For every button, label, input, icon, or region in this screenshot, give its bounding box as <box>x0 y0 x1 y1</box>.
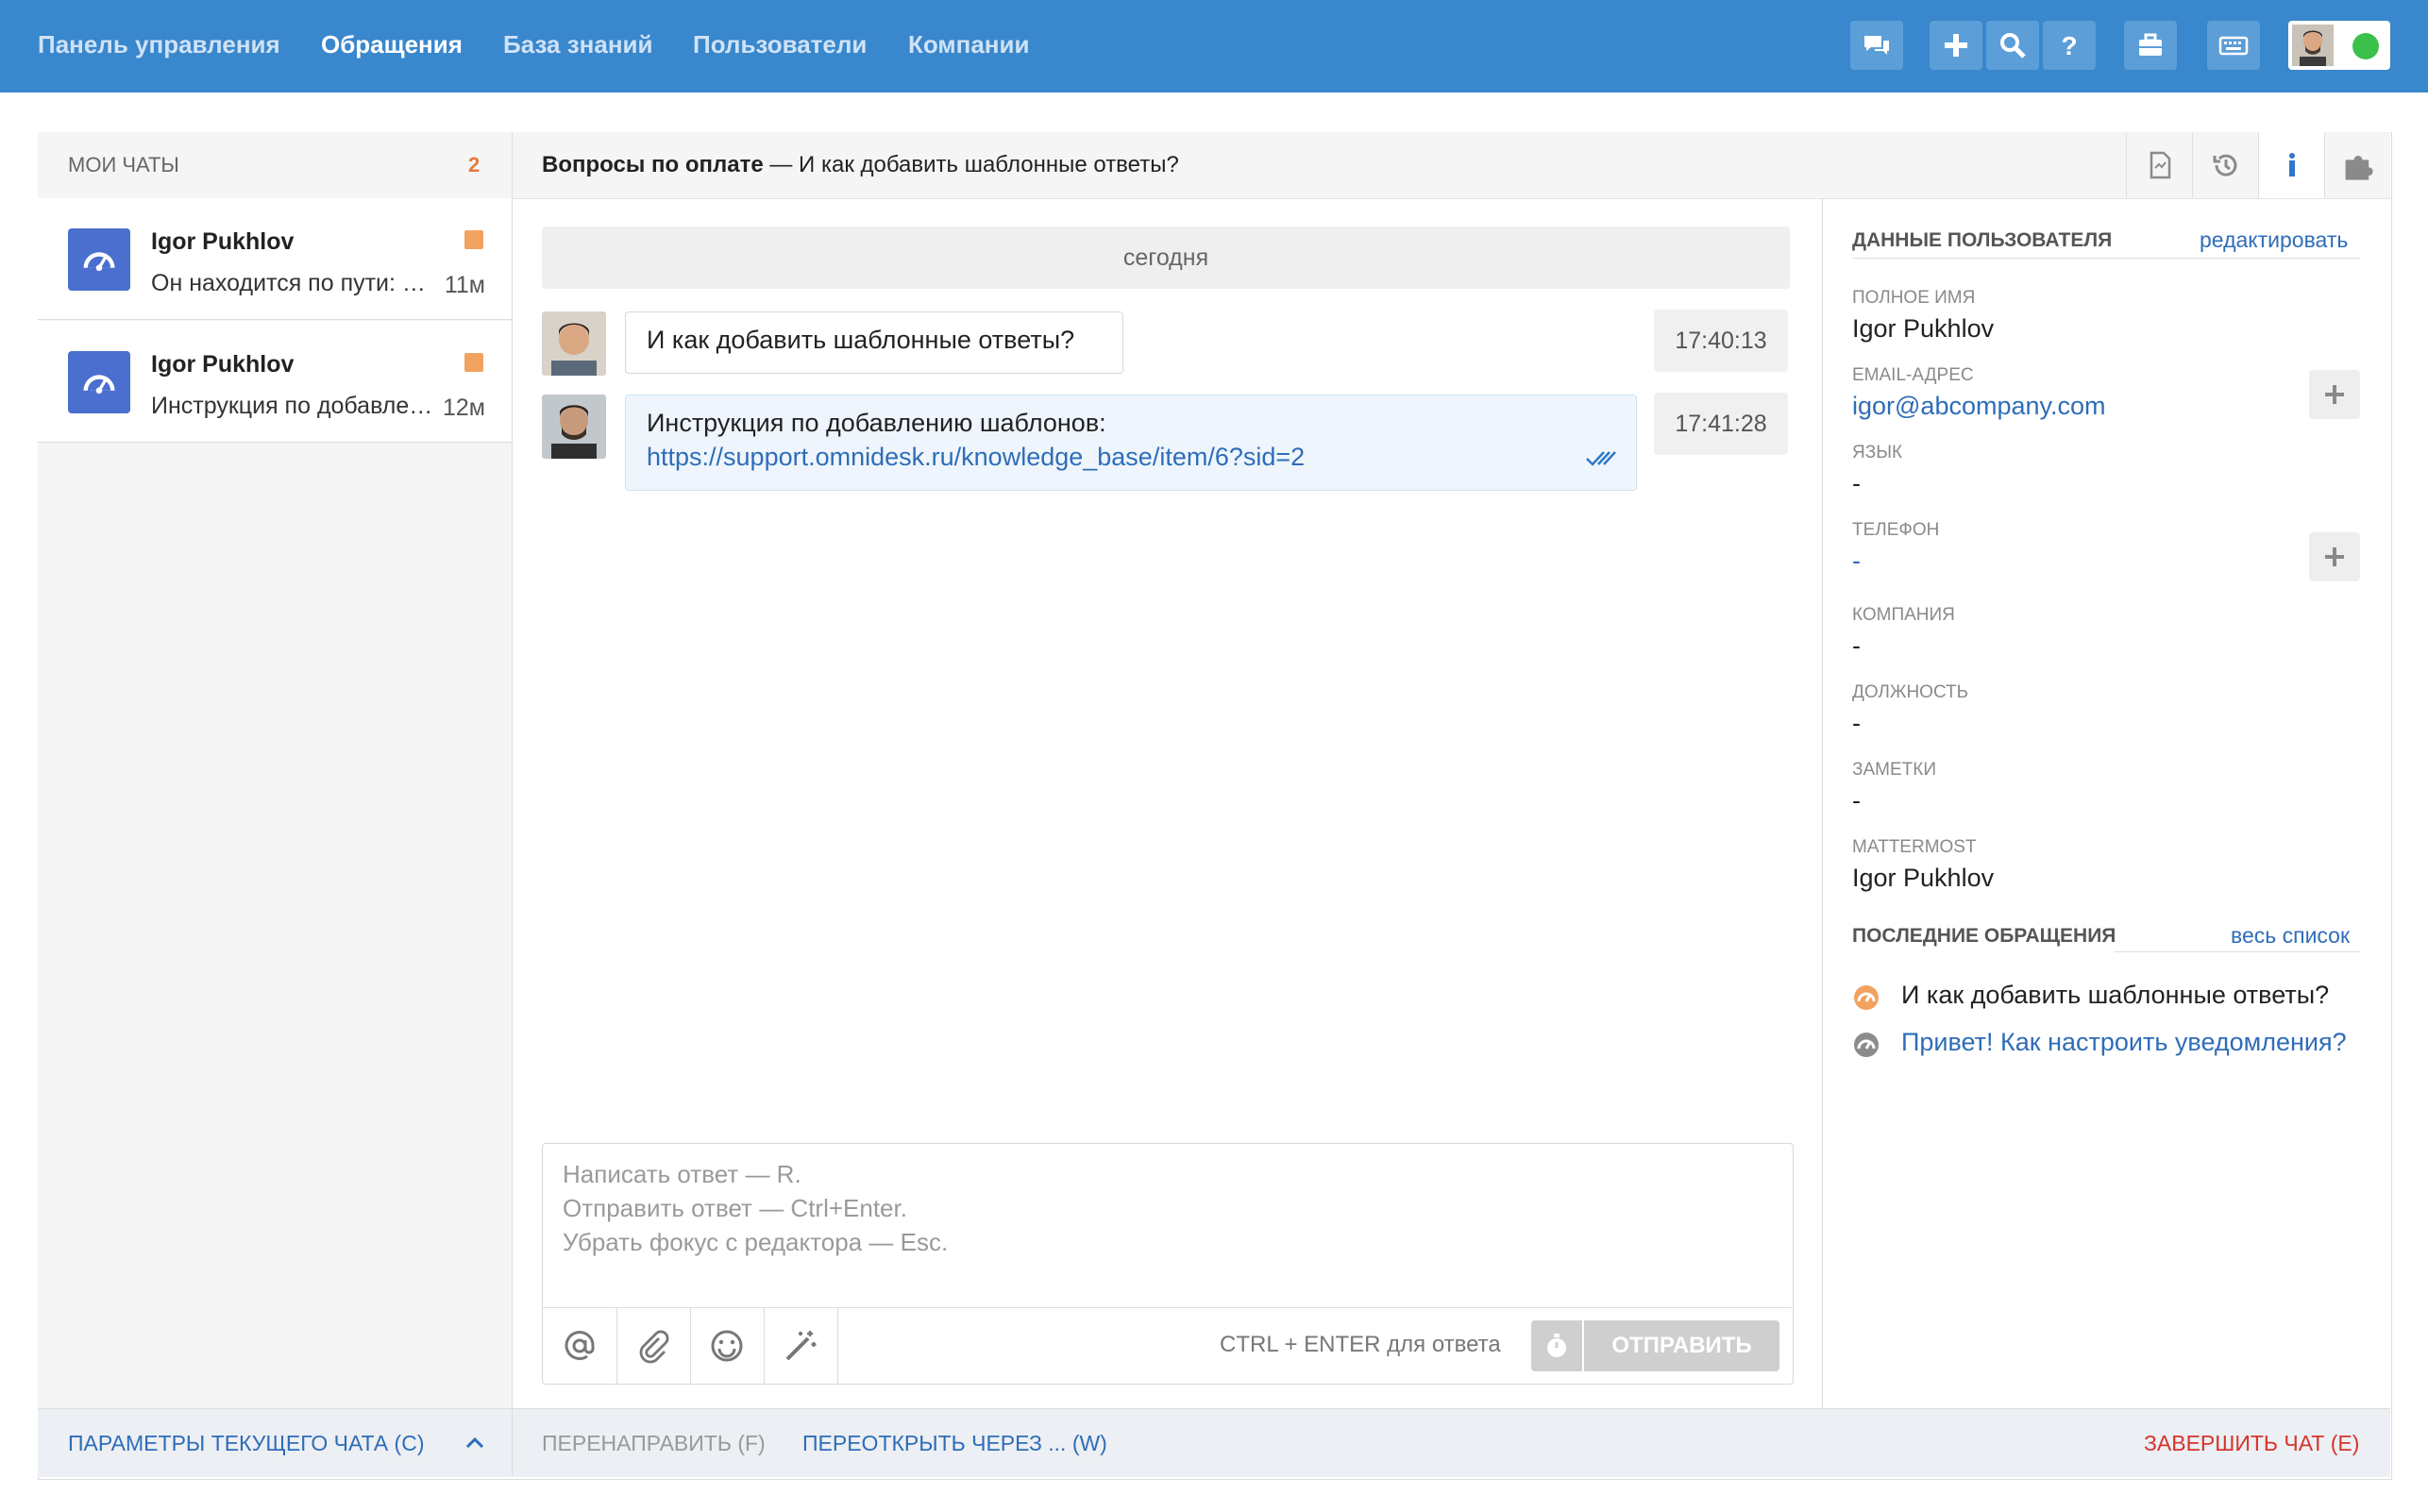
conversation-header: Вопросы по оплате — И как добавить шабло… <box>513 132 2390 199</box>
nav-item-users[interactable]: Пользователи <box>693 30 867 59</box>
message-bubble: И как добавить шаблонные ответы? <box>625 311 1123 374</box>
recent-ticket-item[interactable]: И как добавить шаблонные ответы? <box>1901 981 2329 1010</box>
unread-marker <box>464 230 483 249</box>
chat-preview: Инструкция по добавлению шаблонов <box>151 393 434 419</box>
date-separator: сегодня <box>542 227 1790 289</box>
message-link[interactable]: https://support.omnidesk.ru/knowledge_ba… <box>647 443 1305 472</box>
chat-contact-name: Igor Pukhlov <box>151 228 295 255</box>
position-label: ДОЛЖНОСТЬ <box>1852 682 1969 702</box>
chat-list-item[interactable]: Igor Pukhlov Инструкция по добавлению ша… <box>38 321 512 443</box>
finish-chat-button[interactable]: ЗАВЕРШИТЬ ЧАТ (E) <box>2144 1431 2359 1456</box>
mattermost-value: Igor Pukhlov <box>1852 864 1995 892</box>
unread-marker <box>464 353 483 372</box>
company-value: - <box>1852 631 1861 660</box>
plus-icon <box>2325 385 2344 404</box>
editor-placeholder-line: Убрать фокус с редактора — Esc. <box>563 1228 949 1256</box>
message-text: И как добавить шаблонные ответы? <box>647 326 1075 354</box>
document-icon[interactable] <box>2126 132 2193 198</box>
section-divider <box>1852 258 2360 259</box>
editor-placeholder-line: Отправить ответ — Ctrl+Enter. <box>563 1194 907 1222</box>
message-time: 17:41:28 <box>1654 393 1788 455</box>
section-divider <box>2115 951 2360 952</box>
current-chat-params-button[interactable]: ПАРАМЕТРЫ ТЕКУЩЕГО ЧАТА (C) <box>68 1431 424 1456</box>
dashboard-icon <box>68 228 130 291</box>
chat-icon[interactable] <box>1850 21 1903 70</box>
ticket-status-icon <box>1854 985 1879 1010</box>
mention-icon[interactable] <box>543 1308 617 1384</box>
recent-tickets-title: ПОСЛЕДНИЕ ОБРАЩЕНИЯ <box>1852 925 2116 947</box>
nav-item-knowledge-base[interactable]: База знаний <box>503 30 653 59</box>
chat-list-header: МОИ ЧАТЫ 2 <box>38 132 512 198</box>
help-icon[interactable]: ? <box>2043 21 2096 70</box>
date-label: сегодня <box>1122 244 1209 271</box>
chat-list-item[interactable]: Igor Pukhlov Он находится по пути: Настр… <box>38 198 512 320</box>
message-text: Инструкция по добавлению шаблонов: <box>647 409 1106 437</box>
contact-avatar <box>542 311 606 376</box>
emoji-icon[interactable] <box>690 1308 765 1384</box>
search-icon[interactable] <box>1986 21 2039 70</box>
top-nav-bar: Панель управления Обращения База знаний … <box>0 0 2428 92</box>
add-phone-button[interactable] <box>2309 532 2360 581</box>
editor-placeholder-line: Написать ответ — R. <box>563 1160 801 1188</box>
position-value: - <box>1852 709 1861 737</box>
send-button-label: ОТПРАВИТЬ <box>1611 1333 1752 1358</box>
svg-text:?: ? <box>2061 31 2077 60</box>
history-icon[interactable] <box>2192 132 2259 198</box>
chat-time: 11м <box>444 272 485 298</box>
send-hint: CTRL + ENTER для ответа <box>1220 1332 1501 1357</box>
conversation-group: Вопросы по оплате <box>542 152 764 177</box>
keyboard-icon[interactable] <box>2207 21 2260 70</box>
notes-value: - <box>1852 786 1861 815</box>
chat-preview: Он находится по пути: Настройки... <box>151 270 434 296</box>
attachment-icon[interactable] <box>616 1308 691 1384</box>
language-value: - <box>1852 469 1861 497</box>
plus-icon[interactable] <box>1930 21 1982 70</box>
nav-item-tickets[interactable]: Обращения <box>321 30 463 59</box>
full-name-label: ПОЛНОЕ ИМЯ <box>1852 288 1976 308</box>
chat-count-badge: 2 <box>468 153 481 176</box>
ticket-status-icon <box>1854 1033 1879 1057</box>
phone-value[interactable]: - <box>1852 546 1861 576</box>
company-label: КОМПАНИЯ <box>1852 605 1955 625</box>
header-separator: — <box>769 152 793 177</box>
double-check-icon <box>1586 451 1616 466</box>
full-name-value: Igor Pukhlov <box>1852 314 1995 343</box>
profile-menu[interactable] <box>2288 21 2390 70</box>
plus-icon <box>2325 547 2344 566</box>
add-email-button[interactable] <box>2309 370 2360 419</box>
info-icon[interactable] <box>2258 132 2325 198</box>
chat-time: 12м <box>443 395 485 421</box>
nav-item-companies[interactable]: Компании <box>908 30 1029 59</box>
dashboard-icon <box>68 351 130 413</box>
avatar <box>2292 25 2334 66</box>
message-bubble: Инструкция по добавлению шаблонов: https… <box>625 395 1637 491</box>
mattermost-label: MATTERMOST <box>1852 837 1977 857</box>
agent-avatar <box>542 395 606 459</box>
notes-label: ЗАМЕТКИ <box>1852 760 1936 780</box>
briefcase-icon[interactable] <box>2124 21 2177 70</box>
puzzle-icon[interactable] <box>2324 132 2391 198</box>
conversation-subject: И как добавить шаблонные ответы? <box>799 152 1179 177</box>
forward-button[interactable]: ПЕРЕНАПРАВИТЬ (F) <box>542 1431 766 1456</box>
edit-user-link[interactable]: редактировать <box>2200 227 2348 253</box>
reopen-button[interactable]: ПЕРЕОТКРЫТЬ ЧЕРЕЗ ... (W) <box>802 1431 1107 1456</box>
email-value[interactable]: igor@abcompany.com <box>1852 392 2106 421</box>
chat-list-title: МОИ ЧАТЫ <box>68 153 179 176</box>
all-tickets-link[interactable]: весь список <box>2231 923 2350 949</box>
email-label: EMAIL-АДРЕС <box>1852 365 1974 385</box>
message-time: 17:40:13 <box>1654 310 1788 372</box>
nav-item-dashboard[interactable]: Панель управления <box>38 30 280 59</box>
recent-ticket-item[interactable]: Привет! Как настроить уведомления? <box>1901 1028 2354 1057</box>
phone-label: ТЕЛЕФОН <box>1852 520 1940 540</box>
chat-contact-name: Igor Pukhlov <box>151 351 295 378</box>
online-status-indicator <box>2352 33 2379 59</box>
timer-icon[interactable] <box>1531 1320 1582 1371</box>
magic-wand-icon[interactable] <box>764 1308 838 1384</box>
language-label: ЯЗЫК <box>1852 443 1903 462</box>
chevron-up-icon[interactable] <box>464 1435 485 1450</box>
send-button[interactable]: ОТПРАВИТЬ <box>1584 1320 1779 1371</box>
user-data-title: ДАННЫЕ ПОЛЬЗОВАТЕЛЯ <box>1852 229 2113 251</box>
